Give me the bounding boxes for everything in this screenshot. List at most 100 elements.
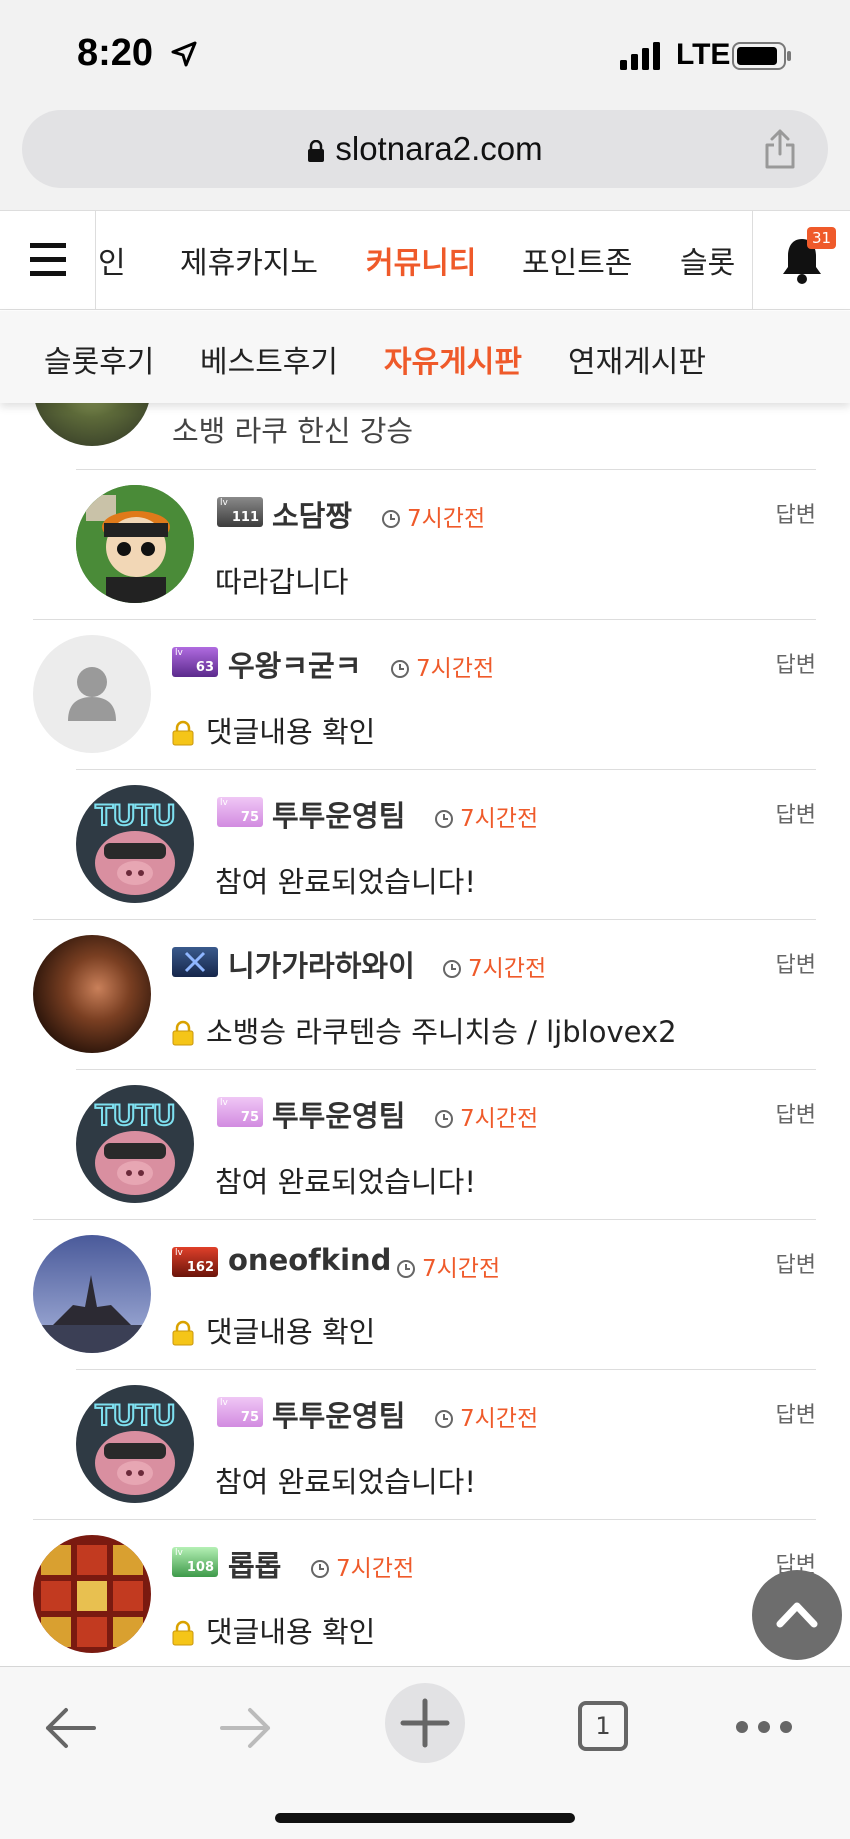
url-display[interactable]: slotnara2.com — [22, 130, 828, 168]
reply-button[interactable]: 답변 — [776, 1097, 816, 1129]
divider — [33, 1519, 816, 1520]
level-number: 75 — [240, 1410, 259, 1425]
padlock-icon — [172, 1620, 194, 1646]
reply-button[interactable]: 답변 — [776, 1397, 816, 1429]
level-number: 75 — [240, 810, 259, 825]
nav-item-community[interactable]: 커뮤니티 — [366, 238, 476, 282]
nav-item-partner-casino[interactable]: 제휴카지노 — [180, 238, 318, 282]
cellular-signal-icon — [620, 42, 660, 70]
notification-button[interactable]: 31 — [752, 211, 850, 309]
reply-button[interactable]: 답변 — [776, 497, 816, 529]
comment-reply-item: TUTU lv 75 투투운영팀 7시간전 답변 참여 완료되었습니다! — [0, 769, 850, 919]
nav-item-partial[interactable]: 인 — [98, 238, 126, 282]
tutu-pig-avatar-image: TUTU — [76, 785, 194, 903]
chevron-up-icon — [776, 1602, 818, 1628]
comment-time: 7시간전 — [442, 949, 546, 983]
tabs-button[interactable]: 1 — [578, 1701, 628, 1751]
divider — [76, 769, 816, 770]
level-number: 63 — [195, 660, 214, 675]
tutu-pig-avatar-image: TUTU — [76, 1085, 194, 1203]
comment-time: 7시간전 — [390, 649, 494, 683]
comment-time-text: 7시간전 — [460, 1106, 539, 1132]
comment-list: 소뱅 라쿠 한신 강승 lv 111 소담짱 7시간전 답변 따라갑니다 lv … — [0, 403, 850, 1665]
avatar: TUTU — [76, 785, 194, 903]
comment-author[interactable]: 투투운영팀 — [272, 1393, 405, 1435]
reply-button[interactable]: 답변 — [776, 1247, 816, 1279]
comment-author[interactable]: 우왕ㅋ굳ㅋ — [228, 643, 361, 685]
comment-reply-item: lv 111 소담짱 7시간전 답변 따라갑니다 — [0, 469, 850, 619]
comment-time: 7시간전 — [381, 499, 485, 533]
divider — [76, 1069, 816, 1070]
level-number: 75 — [240, 1110, 259, 1125]
comment-author[interactable]: oneofkind — [228, 1243, 391, 1277]
nav-items: 인 제휴카지노 커뮤니티 포인트존 슬롯 — [96, 211, 752, 309]
comment-author[interactable]: 니가가라하와이 — [228, 943, 415, 985]
reply-button[interactable]: 답변 — [776, 647, 816, 679]
subnav-best-review[interactable]: 베스트후기 — [200, 337, 338, 381]
clock-icon — [311, 1560, 329, 1578]
avatar — [33, 1535, 151, 1653]
character-avatar-image — [76, 485, 194, 603]
comment-reply-item: TUTU lv 75 투투운영팀 7시간전 답변 참여 완료되었습니다! — [0, 1069, 850, 1219]
divider — [76, 1369, 816, 1370]
castle-avatar-image — [33, 1235, 151, 1353]
comment-author[interactable]: 롭롭 — [228, 1543, 281, 1585]
clock-icon — [435, 1110, 453, 1128]
new-tab-plus-icon[interactable] — [385, 1683, 465, 1763]
nav-item-slot[interactable]: 슬롯 — [680, 238, 735, 282]
level-prefix: lv — [220, 1398, 228, 1408]
comment-reply-item: TUTU lv 75 투투운영팀 7시간전 답변 참여 완료되었습니다! — [0, 1369, 850, 1519]
level-number: 108 — [186, 1560, 214, 1575]
comment-time-text: 7시간전 — [407, 506, 486, 532]
avatar — [33, 935, 151, 1053]
forward-arrow-icon[interactable] — [218, 1703, 274, 1753]
nav-item-point-zone[interactable]: 포인트존 — [522, 238, 632, 282]
level-badge: lv 111 — [217, 497, 263, 527]
avatar — [76, 485, 194, 603]
comment-item: 니가가라하와이 7시간전 답변 소뱅승 라쿠텐승 주니치승 / ljblovex… — [0, 919, 850, 1069]
comment-text: 소뱅승 라쿠텐승 주니치승 / ljblovex2 — [172, 1009, 677, 1051]
comment-item: 소뱅 라쿠 한신 강승 — [0, 403, 850, 478]
back-arrow-icon[interactable] — [42, 1703, 98, 1753]
subnav-free-board[interactable]: 자유게시판 — [384, 337, 522, 381]
divider — [33, 1219, 816, 1220]
level-badge: lv 75 — [217, 1397, 263, 1427]
comment-author[interactable]: 소담짱 — [272, 493, 352, 535]
more-options-icon[interactable] — [734, 1719, 794, 1735]
comment-text: 댓글내용 확인 — [172, 1309, 375, 1351]
hamburger-line — [30, 243, 66, 248]
comment-text: 참여 완료되었습니다! — [215, 865, 476, 899]
subnav-slot-review[interactable]: 슬롯후기 — [44, 337, 154, 381]
comment-text: 소뱅 라쿠 한신 강승 — [172, 414, 414, 448]
share-icon[interactable] — [762, 128, 798, 170]
padlock-icon — [172, 1020, 194, 1046]
comment-item: lv 162 oneofkind 7시간전 답변 댓글내용 확인 — [0, 1219, 850, 1369]
reply-button[interactable]: 답변 — [776, 797, 816, 829]
address-bar[interactable]: slotnara2.com — [22, 110, 828, 188]
comment-time: 7시간전 — [396, 1249, 500, 1283]
svg-text:TUTU: TUTU — [95, 1399, 175, 1432]
tutu-pig-avatar-image: TUTU — [76, 1385, 194, 1503]
scroll-to-top-button[interactable] — [752, 1570, 842, 1660]
level-number: 111 — [231, 510, 259, 525]
subnav-serial-board[interactable]: 연재게시판 — [568, 337, 706, 381]
comment-text: 댓글내용 확인 — [172, 709, 375, 751]
clock-icon — [397, 1260, 415, 1278]
comment-author[interactable]: 투투운영팀 — [272, 793, 405, 835]
level-prefix: lv — [220, 498, 228, 508]
clock-icon — [435, 1410, 453, 1428]
level-prefix: lv — [175, 648, 183, 658]
padlock-icon — [172, 1320, 194, 1346]
avatar — [33, 1235, 151, 1353]
status-bar: 8:20 LTE — [0, 0, 850, 110]
main-nav: 인 제휴카지노 커뮤니티 포인트존 슬롯 31 — [0, 210, 850, 310]
reply-button[interactable]: 답변 — [776, 947, 816, 979]
comment-time: 7시간전 — [434, 1099, 538, 1133]
level-prefix: lv — [175, 1248, 183, 1258]
level-badge — [172, 947, 218, 977]
menu-button[interactable] — [0, 211, 96, 309]
browser-address-area: slotnara2.com — [0, 110, 850, 210]
comment-author[interactable]: 투투운영팀 — [272, 1093, 405, 1135]
network-type: LTE — [676, 38, 731, 71]
comment-time-text: 7시간전 — [336, 1556, 415, 1582]
